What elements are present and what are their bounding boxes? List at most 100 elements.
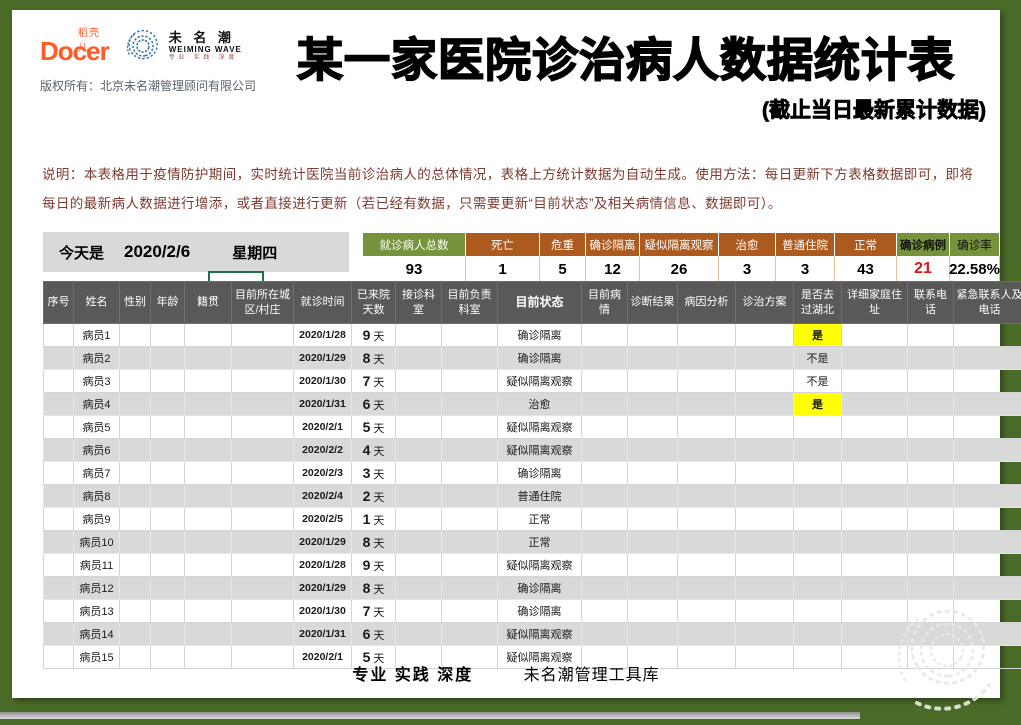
table-cell[interactable]	[442, 623, 498, 646]
table-cell[interactable]: 2020/1/28	[294, 324, 352, 347]
table-cell[interactable]	[232, 531, 294, 554]
table-cell[interactable]	[396, 347, 442, 370]
table-cell[interactable]	[628, 554, 678, 577]
table-cell[interactable]	[120, 531, 151, 554]
stat-value[interactable]: 93	[363, 256, 466, 283]
table-cell[interactable]	[908, 347, 954, 370]
table-cell[interactable]	[44, 554, 74, 577]
column-header[interactable]: 详细家庭住址	[842, 282, 908, 324]
today-date-bar[interactable]: 今天是 2020/2/6 星期四	[43, 232, 349, 272]
table-cell[interactable]	[628, 347, 678, 370]
table-cell[interactable]	[442, 485, 498, 508]
table-cell[interactable]	[794, 531, 842, 554]
column-header[interactable]: 已来院天数	[352, 282, 396, 324]
column-header[interactable]: 目前状态	[498, 282, 582, 324]
table-cell[interactable]	[842, 623, 908, 646]
table-cell[interactable]	[396, 577, 442, 600]
table-cell[interactable]: 6天	[352, 393, 396, 416]
table-cell[interactable]	[582, 600, 628, 623]
column-header[interactable]: 年龄	[151, 282, 185, 324]
table-cell[interactable]	[678, 439, 736, 462]
weekday-value[interactable]: 星期四	[232, 242, 277, 263]
table-cell[interactable]	[120, 508, 151, 531]
table-cell[interactable]: 不是	[794, 370, 842, 393]
table-cell[interactable]	[736, 600, 794, 623]
table-cell[interactable]	[794, 554, 842, 577]
table-cell[interactable]	[736, 416, 794, 439]
column-header[interactable]: 目前病情	[582, 282, 628, 324]
table-cell[interactable]: 确诊隔离	[498, 347, 582, 370]
table-cell[interactable]: 2020/1/31	[294, 393, 352, 416]
table-cell[interactable]	[44, 577, 74, 600]
stat-label[interactable]: 正常	[835, 233, 897, 256]
table-cell[interactable]	[794, 416, 842, 439]
stat-label[interactable]: 危重	[540, 233, 586, 256]
table-cell[interactable]: 普通住院	[498, 485, 582, 508]
column-header[interactable]: 目前负责科室	[442, 282, 498, 324]
table-cell[interactable]	[185, 600, 232, 623]
table-cell[interactable]	[120, 370, 151, 393]
table-cell[interactable]: 确诊隔离	[498, 324, 582, 347]
table-cell[interactable]	[151, 324, 185, 347]
column-header[interactable]: 接诊科室	[396, 282, 442, 324]
table-cell[interactable]	[232, 416, 294, 439]
table-cell[interactable]	[628, 531, 678, 554]
table-cell[interactable]	[120, 554, 151, 577]
table-cell[interactable]: 疑似隔离观察	[498, 370, 582, 393]
table-cell[interactable]	[442, 600, 498, 623]
stat-value[interactable]: 43	[835, 256, 897, 283]
table-cell[interactable]	[736, 485, 794, 508]
stat-label[interactable]: 就诊病人总数	[363, 233, 466, 256]
table-cell[interactable]	[954, 370, 1021, 393]
table-cell[interactable]: 8天	[352, 577, 396, 600]
stat-value[interactable]: 1	[466, 256, 540, 283]
table-cell[interactable]	[582, 324, 628, 347]
stat-value[interactable]: 21	[897, 256, 950, 283]
table-cell[interactable]: 病员3	[74, 370, 120, 393]
table-cell[interactable]	[678, 554, 736, 577]
table-cell[interactable]	[678, 531, 736, 554]
table-cell[interactable]	[908, 623, 954, 646]
column-header[interactable]: 目前所在城区/村庄	[232, 282, 294, 324]
table-cell[interactable]	[151, 623, 185, 646]
table-cell[interactable]	[842, 485, 908, 508]
table-cell[interactable]	[628, 508, 678, 531]
table-cell[interactable]	[120, 600, 151, 623]
column-header[interactable]: 诊治方案	[736, 282, 794, 324]
table-cell[interactable]	[954, 554, 1021, 577]
table-cell[interactable]	[842, 531, 908, 554]
table-cell[interactable]	[736, 531, 794, 554]
table-cell[interactable]: 5天	[352, 416, 396, 439]
table-cell[interactable]	[954, 623, 1021, 646]
table-cell[interactable]	[396, 439, 442, 462]
table-cell[interactable]	[954, 416, 1021, 439]
table-cell[interactable]: 病员13	[74, 600, 120, 623]
table-cell[interactable]	[842, 370, 908, 393]
table-cell[interactable]	[151, 554, 185, 577]
table-cell[interactable]: 2020/2/2	[294, 439, 352, 462]
table-cell[interactable]: 病员6	[74, 439, 120, 462]
table-cell[interactable]	[396, 531, 442, 554]
table-cell[interactable]: 2020/2/1	[294, 416, 352, 439]
column-header[interactable]: 性别	[120, 282, 151, 324]
table-cell[interactable]	[44, 370, 74, 393]
table-cell[interactable]	[736, 347, 794, 370]
table-cell[interactable]	[628, 324, 678, 347]
table-cell[interactable]	[736, 554, 794, 577]
table-cell[interactable]	[678, 370, 736, 393]
table-cell[interactable]	[582, 393, 628, 416]
stat-value[interactable]: 3	[776, 256, 835, 283]
table-cell[interactable]	[120, 324, 151, 347]
table-cell[interactable]: 2020/2/3	[294, 462, 352, 485]
table-cell[interactable]	[842, 577, 908, 600]
table-cell[interactable]	[842, 347, 908, 370]
table-cell[interactable]	[396, 554, 442, 577]
table-cell[interactable]: 病员8	[74, 485, 120, 508]
table-cell[interactable]: 病员14	[74, 623, 120, 646]
table-cell[interactable]	[736, 623, 794, 646]
table-cell[interactable]	[44, 347, 74, 370]
table-cell[interactable]	[678, 462, 736, 485]
table-cell[interactable]	[151, 485, 185, 508]
table-cell[interactable]: 8天	[352, 531, 396, 554]
table-cell[interactable]	[396, 600, 442, 623]
